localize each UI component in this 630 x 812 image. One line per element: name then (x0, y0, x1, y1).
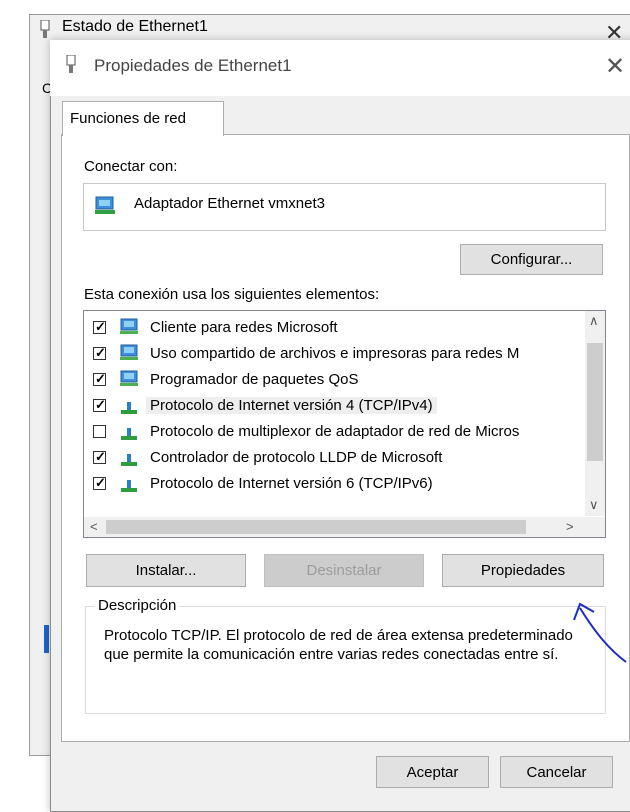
horizontal-scrollbar[interactable]: < > (84, 517, 605, 537)
background-selection-fragment (44, 625, 49, 653)
protocol-icon (121, 454, 137, 466)
scroll-right-icon[interactable]: > (566, 519, 574, 534)
ethernet-icon (66, 55, 76, 73)
components-list[interactable]: ✓ Cliente para redes Microsoft ✓ Uso com… (83, 310, 606, 538)
adapter-name: Adaptador Ethernet vmxnet3 (134, 195, 325, 212)
protocol-icon (121, 402, 137, 414)
list-item[interactable]: ✓ Uso compartido de archivos e impresora… (84, 341, 564, 367)
checkbox[interactable]: ✓ (93, 449, 106, 464)
list-item-label: Programador de paquetes QoS (150, 371, 359, 388)
checkbox[interactable]: ✓ (93, 319, 106, 334)
accept-button[interactable]: Aceptar (376, 756, 489, 788)
annotation-arrow-icon (573, 602, 627, 663)
checkmark-icon: ✓ (95, 397, 106, 412)
checkmark-icon: ✓ (95, 475, 106, 490)
protocol-icon (121, 480, 137, 492)
vertical-scrollbar[interactable]: ∧ ∨ (585, 311, 605, 516)
uninstall-button: Desinstalar (264, 554, 424, 587)
checkmark-icon: ✓ (95, 345, 106, 360)
qos-service-icon (120, 370, 138, 386)
checkbox[interactable]: ✓ (93, 345, 106, 360)
checkbox[interactable]: ✓ (93, 475, 106, 490)
checkmark-icon: ✓ (95, 371, 106, 386)
network-adapter-icon (95, 196, 115, 214)
checkbox[interactable]: ✓ (93, 397, 106, 412)
network-client-icon (120, 318, 138, 334)
configure-button[interactable]: Configurar... (460, 244, 603, 275)
list-item-label: Protocolo de multiplexor de adaptador de… (150, 423, 520, 440)
dialog-title: Propiedades de Ethernet1 (94, 56, 292, 75)
list-item[interactable]: Protocolo de multiplexor de adaptador de… (84, 419, 564, 445)
list-item[interactable]: ✓ Protocolo de Internet versión 6 (TCP/I… (84, 471, 564, 497)
list-item-label: Controlador de protocolo LLDP de Microso… (150, 449, 443, 466)
horizontal-scroll-thumb[interactable] (106, 520, 526, 534)
list-item[interactable]: ✓ Programador de paquetes QoS (84, 367, 564, 393)
background-window-title: Estado de Ethernet1 (62, 18, 208, 35)
ethernet-icon (40, 20, 50, 38)
tab-networking-label: Funciones de red (70, 110, 186, 127)
cancel-button[interactable]: Cancelar (500, 756, 613, 788)
properties-button[interactable]: Propiedades (442, 554, 604, 587)
connect-with-label: Conectar con: (84, 158, 178, 175)
checkmark-icon: ✓ (95, 319, 106, 334)
list-item-selected[interactable]: ✓ Protocolo de Internet versión 4 (TCP/I… (84, 393, 564, 419)
scroll-down-icon[interactable]: ∨ (589, 497, 599, 513)
list-item[interactable]: ✓ Cliente para redes Microsoft (84, 315, 564, 341)
list-item-label: Cliente para redes Microsoft (150, 319, 338, 336)
checkbox[interactable]: ✓ (93, 371, 106, 386)
vertical-scroll-thumb[interactable] (587, 343, 603, 461)
checkmark-icon: ✓ (95, 449, 106, 464)
description-text: Protocolo TCP/IP. El protocolo de red de… (104, 627, 573, 663)
scroll-left-icon[interactable]: < (90, 519, 98, 534)
close-icon[interactable]: ✕ (605, 52, 625, 81)
list-item-label: Protocolo de Internet versión 6 (TCP/IPv… (150, 475, 433, 492)
components-label: Esta conexión usa los siguientes element… (84, 286, 380, 303)
description-legend: Descripción (95, 597, 180, 614)
list-item-label: Protocolo de Internet versión 4 (TCP/IPv… (146, 397, 437, 414)
scroll-up-icon[interactable]: ∧ (589, 313, 599, 329)
list-item-label: Uso compartido de archivos e impresoras … (150, 345, 520, 362)
install-button[interactable]: Instalar... (86, 554, 246, 587)
checkbox[interactable] (93, 425, 106, 438)
file-sharing-service-icon (120, 344, 138, 360)
list-item[interactable]: ✓ Controlador de protocolo LLDP de Micro… (84, 445, 564, 471)
protocol-icon (121, 428, 137, 440)
